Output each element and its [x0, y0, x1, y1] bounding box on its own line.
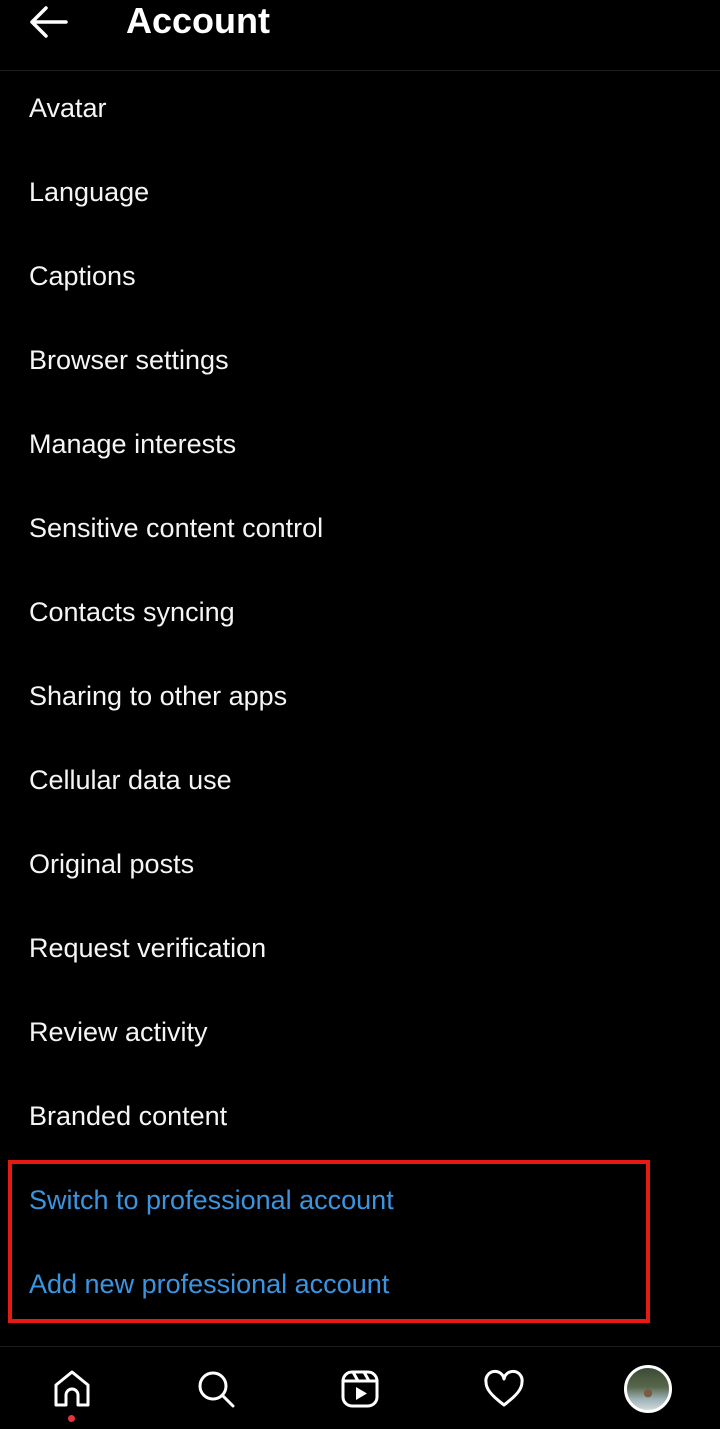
menu-item-cellular-data[interactable]: Cellular data use [0, 738, 720, 822]
menu-item-request-verification[interactable]: Request verification [0, 906, 720, 990]
menu-item-captions[interactable]: Captions [0, 234, 720, 318]
settings-list: Avatar Language Captions Browser setting… [0, 66, 720, 1326]
menu-item-sensitive-content[interactable]: Sensitive content control [0, 486, 720, 570]
reels-icon [341, 1370, 379, 1408]
menu-item-browser-settings[interactable]: Browser settings [0, 318, 720, 402]
menu-item-contacts-syncing[interactable]: Contacts syncing [0, 570, 720, 654]
menu-item-sharing[interactable]: Sharing to other apps [0, 654, 720, 738]
menu-item-manage-interests[interactable]: Manage interests [0, 402, 720, 486]
profile-avatar [624, 1365, 672, 1413]
bottom-nav [0, 1346, 720, 1429]
home-icon [54, 1370, 90, 1407]
app-header: Account [0, 0, 720, 71]
nav-activity[interactable] [476, 1361, 532, 1417]
heart-icon [484, 1369, 524, 1407]
arrow-left-icon [30, 6, 68, 38]
notification-dot [68, 1415, 75, 1422]
nav-home[interactable] [44, 1361, 100, 1417]
back-button[interactable] [28, 4, 72, 40]
nav-profile[interactable] [620, 1361, 676, 1417]
switch-professional-link[interactable]: Switch to professional account [0, 1158, 720, 1242]
add-professional-link[interactable]: Add new professional account [0, 1242, 720, 1326]
search-icon [198, 1371, 235, 1408]
menu-item-language[interactable]: Language [0, 150, 720, 234]
menu-item-review-activity[interactable]: Review activity [0, 990, 720, 1074]
nav-search[interactable] [188, 1361, 244, 1417]
menu-item-avatar[interactable]: Avatar [0, 66, 720, 150]
page-title: Account [126, 0, 270, 41]
menu-item-branded-content[interactable]: Branded content [0, 1074, 720, 1158]
nav-reels[interactable] [332, 1361, 388, 1417]
menu-item-original-posts[interactable]: Original posts [0, 822, 720, 906]
